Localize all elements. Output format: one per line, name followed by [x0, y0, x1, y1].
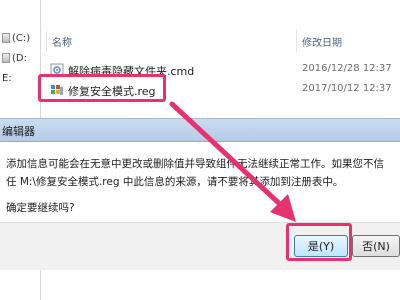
drive-icon: [2, 53, 10, 63]
dialog-question: 确定要继续吗?: [6, 202, 75, 214]
nav-item-e-drive[interactable]: E:: [2, 73, 12, 84]
column-divider: [46, 30, 47, 52]
dialog-titlebar[interactable]: 编辑器: [0, 119, 400, 142]
dialog-title: 编辑器: [2, 125, 35, 138]
file-date: 2016/12/28 12:37: [302, 63, 392, 74]
file-date: 2017/10/12 12:37: [302, 83, 392, 94]
nav-item-c-drive[interactable]: (C:): [2, 33, 30, 44]
column-divider: [296, 30, 297, 52]
column-header-date-modified[interactable]: 修改日期: [302, 34, 342, 49]
no-button[interactable]: 否(N): [352, 235, 400, 257]
dialog-body: 添加信息可能会在无意中更改或删除值并导致组件无法继续正常工作。如果您不信 任 M…: [0, 142, 400, 222]
reg-file-highlight-box: [38, 74, 166, 102]
dialog-message-line-2: 任 M:\修复安全模式.reg 中此信息的来源，请不要将其添加到注册表中。: [6, 176, 344, 188]
nav-item-d-drive[interactable]: (D:: [2, 53, 27, 64]
drive-icon: [2, 33, 10, 43]
column-header-name[interactable]: 名称: [52, 34, 72, 49]
registry-editor-dialog: 编辑器 添加信息可能会在无意中更改或删除值并导致组件无法继续正常工作。如果您不信…: [0, 118, 400, 270]
dialog-message-line-1: 添加信息可能会在无意中更改或删除值并导致组件无法继续正常工作。如果您不信: [6, 158, 384, 170]
yes-button-highlight-box: [286, 223, 352, 261]
